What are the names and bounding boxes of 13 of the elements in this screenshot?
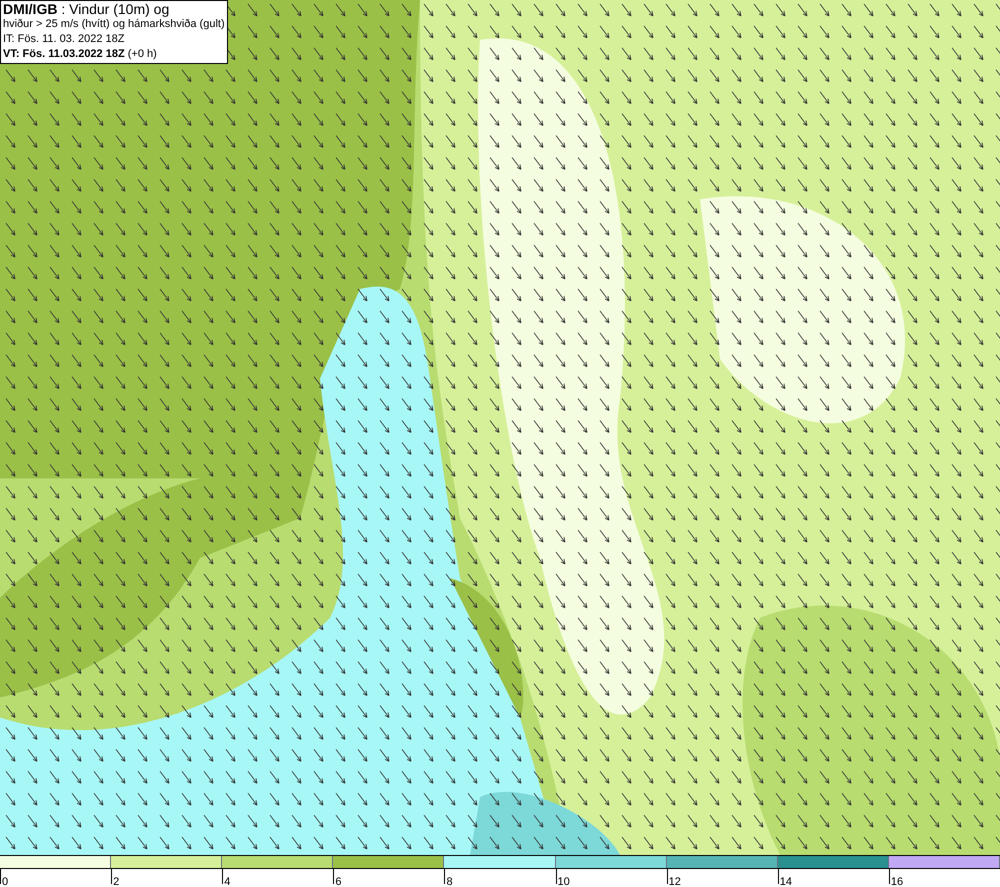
info-line: DMI/IGB : Vindur (10m) og <box>3 2 170 17</box>
info-line: IT: Fös. 11. 03. 2022 18Z <box>3 32 126 47</box>
legend-label: 6 <box>334 876 342 887</box>
legend-label: 4 <box>223 876 230 887</box>
legend-label: 2 <box>112 876 120 887</box>
legend-label: 10 <box>556 876 570 887</box>
legend-label: 16 <box>890 876 904 887</box>
legend-label: 14 <box>778 876 792 887</box>
legend-label: 0 <box>1 876 8 887</box>
legend-label: 8 <box>445 876 453 887</box>
info-line: hviður > 25 m/s (hvítt) og hámarkshviða (gult) <box>3 17 225 32</box>
info-line: VT: Fös. 11.03.2022 18Z (+0 h) <box>3 47 158 62</box>
legend-label: 12 <box>668 876 681 887</box>
